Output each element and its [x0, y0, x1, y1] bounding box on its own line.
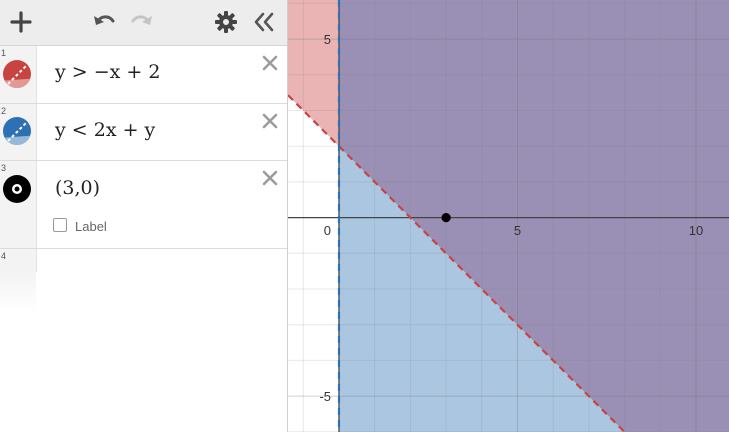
expression-gutter: 2 [0, 104, 37, 160]
expression-gutter: 1 [0, 46, 37, 103]
gear-icon [215, 11, 237, 33]
delete-expression-icon[interactable] [260, 53, 280, 73]
expression-latex[interactable]: y < 2x + y [55, 119, 155, 141]
plus-icon [10, 11, 32, 33]
color-toggle-icon[interactable] [2, 59, 32, 89]
expression-row-2[interactable]: 2 y < 2x + y [0, 104, 287, 161]
collapse-panel-button[interactable] [250, 8, 278, 36]
expression-toolbar [0, 0, 287, 46]
y-tick-label: -5 [319, 389, 331, 404]
point-3-0[interactable] [441, 213, 451, 223]
y-tick-label: 5 [324, 32, 331, 47]
expression-gutter: 3 [0, 161, 37, 248]
expression-index: 3 [1, 163, 7, 173]
expression-gutter: 4 [0, 249, 37, 272]
expression-row-1[interactable]: 1 y > −x + 2 [0, 46, 287, 104]
undo-icon [94, 15, 115, 25]
gutter-fade [0, 272, 36, 312]
x-tick-label: 0 [324, 223, 331, 238]
x-tick-label: 10 [689, 223, 703, 238]
expression-index: 4 [1, 251, 7, 261]
label-checkbox-text: Label [75, 219, 107, 234]
expression-row-3[interactable]: 3 (3,0) Label [0, 161, 287, 249]
delete-expression-icon[interactable] [260, 111, 280, 131]
expression-index: 1 [1, 48, 7, 58]
double-chevron-left-icon [254, 12, 274, 32]
settings-button[interactable] [212, 8, 240, 36]
x-tick-label: 5 [514, 223, 521, 238]
expression-panel: 1 y > −x + 2 2 y < 2x + y 3 (3,0) Label … [0, 0, 288, 432]
add-expression-button[interactable] [7, 8, 35, 36]
expression-row-4[interactable]: 4 [0, 249, 287, 272]
redo-button[interactable] [128, 8, 156, 36]
redo-icon [131, 15, 152, 25]
undo-button[interactable] [90, 8, 118, 36]
expression-latex[interactable]: y > −x + 2 [55, 61, 160, 83]
expression-latex[interactable]: (3,0) [55, 177, 100, 199]
delete-expression-icon[interactable] [260, 168, 280, 188]
graph-paper[interactable]: 0 5 10 5 -5 [288, 0, 729, 432]
color-toggle-icon[interactable] [2, 116, 32, 146]
point-style-icon[interactable] [2, 174, 32, 204]
graph-canvas[interactable]: 0 5 10 5 -5 [288, 0, 729, 432]
expression-index: 2 [1, 106, 7, 116]
label-checkbox[interactable] [53, 218, 67, 232]
